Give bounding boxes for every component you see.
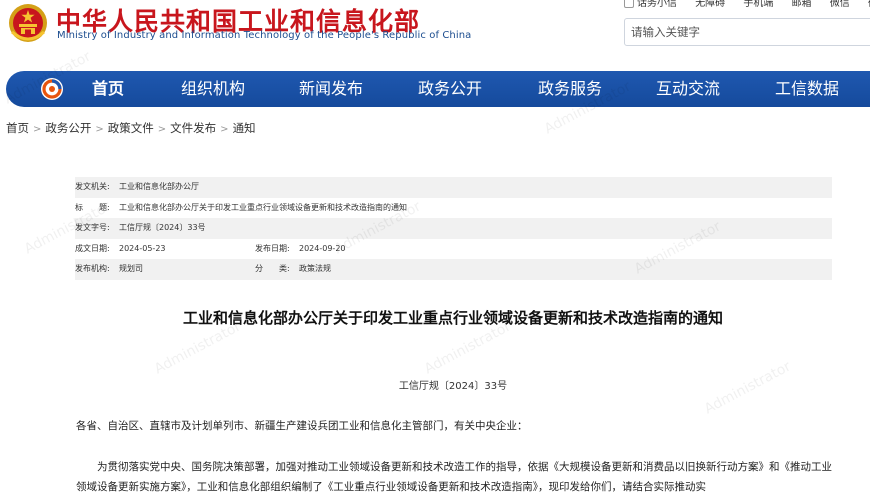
meta-row-issuer: 发文机关: 工业和信息化部办公厅: [75, 177, 832, 198]
meta-published-value: 2024-09-20: [299, 243, 346, 253]
meta-created-value: 2024-05-23: [119, 243, 166, 253]
nav-services[interactable]: 政务服务: [538, 71, 602, 107]
meta-doc-number-label: 发文字号:: [75, 223, 110, 233]
meta-category-value: 政策法规: [299, 264, 331, 274]
nav-home[interactable]: 首页: [92, 71, 124, 107]
breadcrumb-policy-documents[interactable]: 政策文件: [108, 121, 154, 135]
meta-org-label: 发布机构:: [75, 264, 110, 274]
document-number: 工信厅规〔2024〕33号: [398, 381, 508, 392]
breadcrumb-separator: >: [220, 124, 229, 135]
document-salutation: 各省、自治区、直辖市及计划单列市、新疆生产建设兵团工业和信息化主管部门，有关中央…: [76, 420, 528, 432]
meta-title-label: 标 题:: [75, 202, 110, 212]
document-meta-table: 发文机关: 工业和信息化部办公厅 标 题: 工业和信息化部办公厅关于印发工业重点…: [75, 177, 832, 280]
breadcrumb-separator: >: [157, 124, 167, 135]
meta-created-label: 成文日期:: [75, 243, 110, 253]
search-box: [624, 18, 870, 46]
meta-issuer-value: 工业和信息化部办公厅: [119, 182, 199, 191]
meta-issuer-label: 发文机关:: [75, 182, 110, 191]
meta-category-label: 分 类:: [255, 264, 290, 274]
top-link-accessibility[interactable]: 无障碍: [695, 0, 725, 9]
meta-row-dates: 成文日期: 2024-05-23 发布日期: 2024-09-20: [75, 239, 832, 260]
breadcrumb-government-affairs[interactable]: 政务公开: [45, 121, 91, 135]
nav-data[interactable]: 工信数据: [775, 71, 839, 107]
nav-government-affairs[interactable]: 政务公开: [418, 71, 482, 107]
meta-row-doc-number: 发文字号: 工信厅规〔2024〕33号: [75, 218, 832, 239]
top-links: 话务小信 无障碍 手机端 邮箱 微信 微博 K: [624, 0, 870, 9]
breadcrumb-notice[interactable]: 通知: [233, 121, 256, 135]
site-subtitle: Ministry of Industry and Information Tec…: [57, 30, 472, 41]
nav-news[interactable]: 新闻发布: [299, 71, 363, 107]
chat-icon: [624, 0, 634, 8]
top-link-mail[interactable]: 邮箱: [792, 0, 812, 9]
breadcrumb-separator: >: [33, 124, 42, 135]
meta-row-title: 标 题: 工业和信息化部办公厅关于印发工业重点行业领域设备更新和技术改造指南的通…: [75, 198, 832, 219]
breadcrumb-separator: >: [95, 124, 104, 135]
document-paragraph: 为贯彻落实党中央、国务院决策部署，加强对推动工业领域设备更新和技术改造工作的指导…: [76, 461, 832, 493]
nav-organization[interactable]: 组织机构: [181, 71, 245, 107]
search-input[interactable]: [625, 19, 870, 45]
top-link-mobile[interactable]: 手机端: [743, 0, 773, 9]
ministry-logo-icon: [41, 78, 63, 100]
breadcrumb-file-release[interactable]: 文件发布: [170, 121, 216, 135]
breadcrumb: 首页 > 政务公开 > 政策文件 > 文件发布 > 通知: [6, 120, 256, 136]
top-link-hotline[interactable]: 话务小信: [624, 0, 677, 9]
site-header: 中华人民共和国工业和信息化部 Ministry of Industry and …: [0, 0, 870, 70]
nav-interaction[interactable]: 互动交流: [656, 71, 720, 107]
meta-doc-number-value: 工信厅规〔2024〕33号: [119, 223, 206, 233]
top-link-wechat[interactable]: 微信: [830, 0, 850, 9]
breadcrumb-home[interactable]: 首页: [6, 121, 29, 135]
main-nav: 首页 组织机构 新闻发布 政务公开 政务服务 互动交流 工信数据: [6, 71, 870, 107]
national-emblem-icon: [9, 4, 47, 42]
document-title: 工业和信息化部办公厅关于印发工业重点行业领域设备更新和技术改造指南的通知: [182, 309, 723, 327]
meta-title-value: 工业和信息化部办公厅关于印发工业重点行业领域设备更新和技术改造指南的通知: [119, 202, 407, 212]
meta-published-label: 发布日期:: [255, 243, 290, 253]
meta-row-org: 发布机构: 规划司 分 类: 政策法规: [75, 259, 832, 280]
meta-org-value: 规划司: [119, 264, 143, 274]
